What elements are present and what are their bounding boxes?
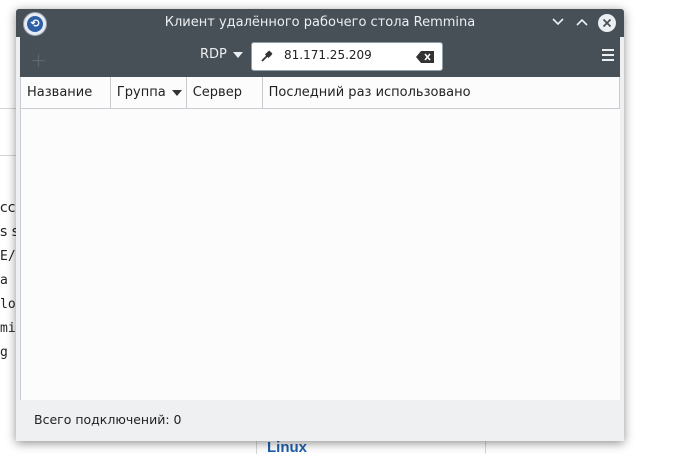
maximize-icon[interactable] bbox=[572, 13, 592, 33]
plug-icon bbox=[261, 50, 273, 62]
bg-box-left bbox=[256, 441, 257, 454]
connections-table: Название Группа Сервер Последний раз исп… bbox=[20, 77, 620, 400]
bg-box-right bbox=[485, 441, 486, 454]
bg-code-fragment: g bbox=[0, 345, 8, 360]
column-name-header[interactable]: Название bbox=[21, 77, 111, 108]
server-address-input[interactable] bbox=[284, 48, 404, 62]
connections-count: Всего подключений: 0 bbox=[34, 412, 182, 427]
bg-code-fragment: mi bbox=[0, 321, 16, 336]
close-icon[interactable] bbox=[598, 14, 616, 32]
plus-icon[interactable]: ＋ bbox=[30, 47, 47, 72]
protocol-label: RDP bbox=[200, 47, 227, 62]
column-group-header[interactable]: Группа bbox=[111, 77, 187, 108]
title-bar[interactable]: ⟲ Клиент удалённого рабочего стола Remmi… bbox=[16, 9, 624, 37]
quick-connect-field[interactable] bbox=[251, 42, 443, 71]
table-header: Название Группа Сервер Последний раз исп… bbox=[21, 77, 620, 109]
header-toolbar: ＋ RDP bbox=[20, 37, 620, 77]
chevron-down-icon bbox=[232, 51, 243, 58]
backspace-icon[interactable] bbox=[416, 51, 434, 63]
window-title: Клиент удалённого рабочего стола Remmina bbox=[164, 15, 476, 30]
connections-list-empty[interactable] bbox=[21, 109, 620, 400]
bg-divider bbox=[0, 155, 16, 156]
bg-link-linux[interactable]: Linux bbox=[267, 439, 307, 456]
bg-divider bbox=[0, 108, 16, 109]
status-bar: Всего подключений: 0 bbox=[20, 400, 620, 441]
column-server-header[interactable]: Сервер bbox=[187, 77, 263, 108]
remmina-window: ⟲ Клиент удалённого рабочего стола Remmi… bbox=[16, 9, 624, 441]
sort-descending-icon bbox=[171, 89, 182, 96]
minimize-icon[interactable] bbox=[548, 13, 568, 33]
hamburger-icon[interactable] bbox=[602, 49, 614, 64]
protocol-selector[interactable]: RDP bbox=[200, 47, 243, 62]
column-last-used-header[interactable]: Последний раз использовано bbox=[263, 77, 620, 108]
